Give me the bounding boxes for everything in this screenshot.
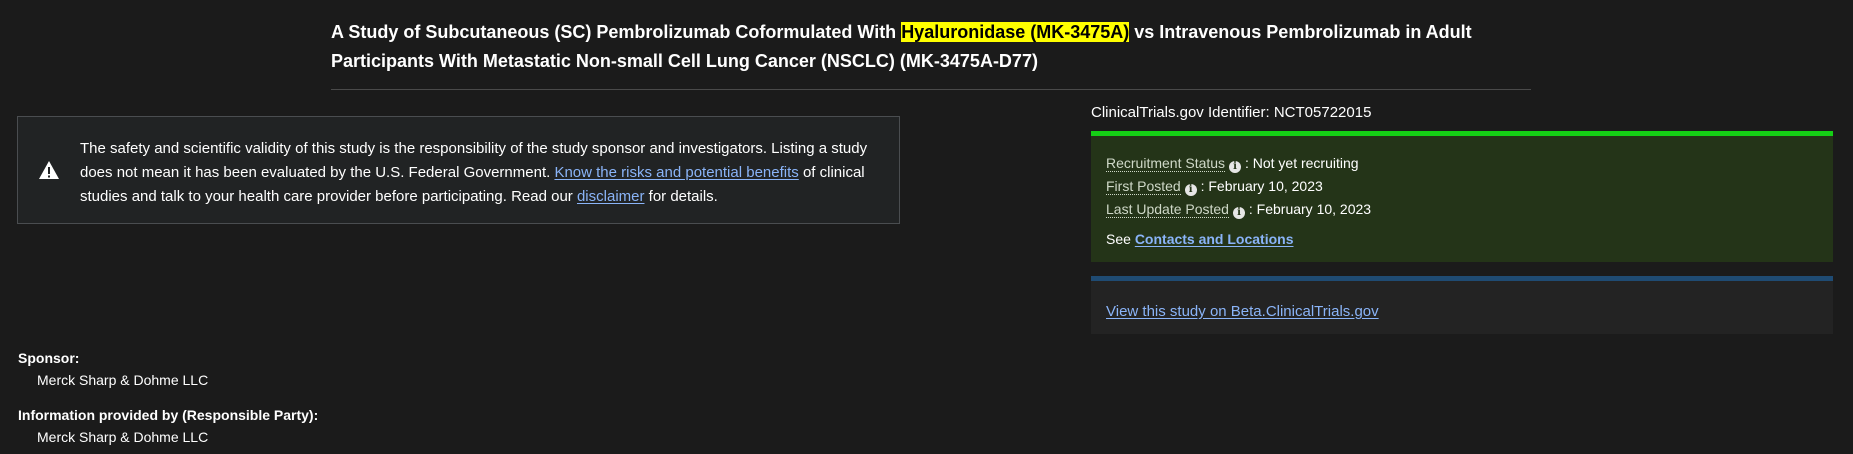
first-posted-row: First Posted i : February 10, 2023 [1106, 178, 1323, 196]
info-icon[interactable]: i [1229, 161, 1242, 173]
study-title-part-1: A Study of Subcutaneous (SC) Pembrolizum… [331, 22, 902, 42]
responsible-party-label: Information provided by (Responsible Par… [18, 407, 319, 423]
last-update-value: : February 10, 2023 [1248, 201, 1372, 217]
identifier-value: NCT05722015 [1273, 104, 1372, 121]
sponsor-value: Merck Sharp & Dohme LLC [37, 372, 209, 388]
recruitment-status-label[interactable]: Recruitment Status [1106, 155, 1226, 172]
warning-icon [39, 161, 59, 179]
disclaimer-box: The safety and scientific validity of th… [17, 116, 900, 224]
first-posted-label[interactable]: First Posted [1106, 178, 1181, 195]
study-title-highlight: Hyaluronidase (MK-3475A) [901, 22, 1130, 42]
sponsor-label: Sponsor: [18, 350, 80, 366]
risks-benefits-link[interactable]: Know the risks and potential benefits [554, 164, 798, 181]
disclaimer-link[interactable]: disclaimer [577, 188, 645, 205]
see-contacts-row: See Contacts and Locations [1106, 231, 1294, 247]
disclaimer-text: The safety and scientific validity of th… [80, 137, 870, 209]
contacts-locations-link[interactable]: Contacts and Locations [1135, 231, 1294, 247]
info-icon[interactable]: i [1232, 207, 1245, 219]
first-posted-value: : February 10, 2023 [1200, 178, 1323, 194]
study-title: A Study of Subcutaneous (SC) Pembrolizum… [331, 18, 1531, 76]
status-panel: Recruitment Status i : Not yet recruiting… [1091, 131, 1833, 262]
beta-site-link[interactable]: View this study on Beta.ClinicalTrials.g… [1106, 303, 1379, 320]
last-update-row: Last Update Posted i : February 10, 2023 [1106, 201, 1371, 219]
study-record-page: A Study of Subcutaneous (SC) Pembrolizum… [0, 0, 1853, 454]
disclaimer-text-part-3: for details. [644, 188, 718, 205]
last-update-label[interactable]: Last Update Posted [1106, 201, 1229, 218]
beta-panel: View this study on Beta.ClinicalTrials.g… [1091, 276, 1833, 334]
responsible-party-value: Merck Sharp & Dohme LLC [37, 429, 209, 445]
title-divider [331, 89, 1531, 90]
study-identifier: ClinicalTrials.gov Identifier: NCT057220… [1091, 104, 1371, 121]
info-icon[interactable]: i [1184, 184, 1197, 196]
recruitment-status-row: Recruitment Status i : Not yet recruiting [1106, 155, 1359, 173]
identifier-label: ClinicalTrials.gov Identifier: [1091, 104, 1274, 121]
recruitment-status-value: : Not yet recruiting [1244, 155, 1359, 171]
see-prefix: See [1106, 231, 1135, 247]
